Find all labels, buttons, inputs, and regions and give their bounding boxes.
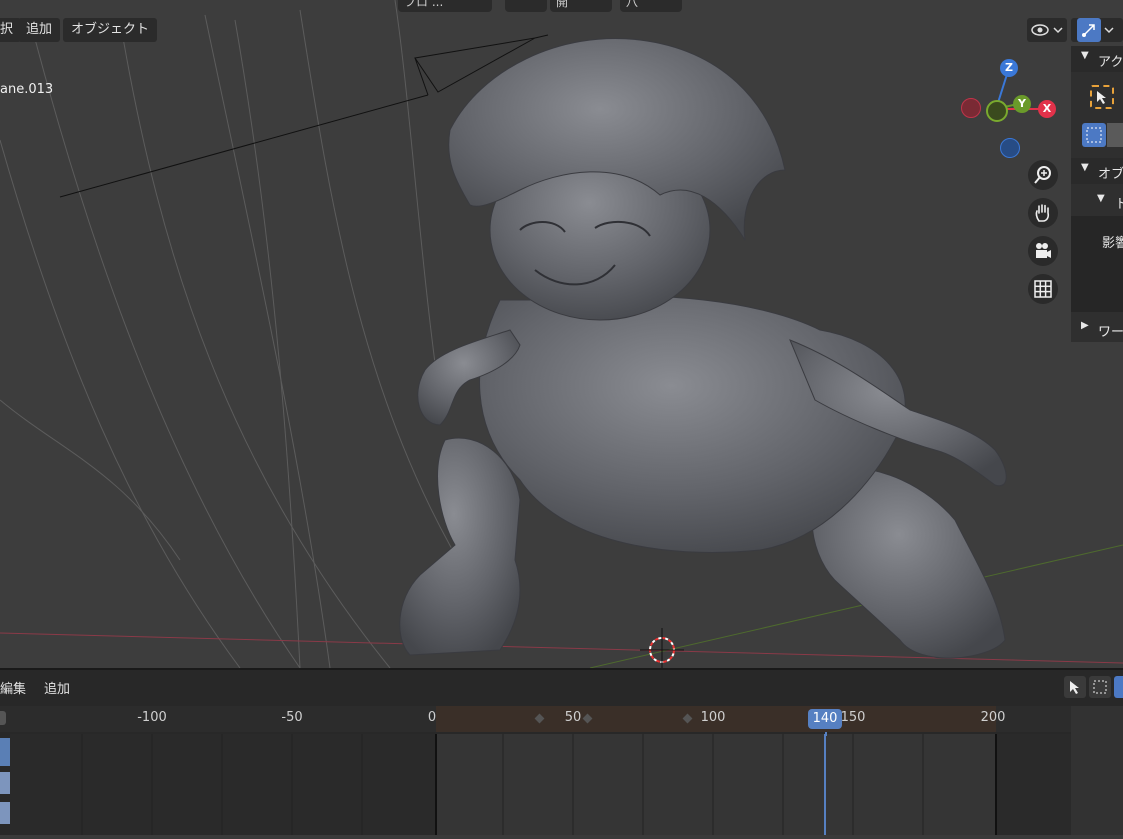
collapse-arrow-icon: ▼ <box>1097 193 1105 204</box>
gizmo-x-label: X <box>1042 102 1052 115</box>
gizmo-y-axis[interactable]: Y <box>1013 95 1031 113</box>
collapse-arrow-icon: ▼ <box>1081 50 1089 61</box>
active-tool-label: アク <box>1098 55 1123 70</box>
transform-sublabel: ト <box>1115 197 1123 212</box>
tick-label: 0 <box>427 710 437 725</box>
box-select-timeline[interactable] <box>1089 676 1111 698</box>
channel-summary[interactable] <box>0 738 10 766</box>
affect-label: 影響 <box>1102 236 1123 251</box>
eye-icon <box>1031 24 1063 36</box>
add-menu-timeline[interactable]: 追加 <box>44 678 70 697</box>
tick-label: 150 <box>840 710 866 725</box>
workspace-header[interactable]: ▶ ワー <box>1071 316 1123 342</box>
cursor-icon <box>1097 91 1106 104</box>
sidebar-panel[interactable]: ▼ アク ▼ オブ ▼ ト 影響 ▶ ワー <box>1071 46 1123 342</box>
pivot-dropdown[interactable] <box>505 0 547 12</box>
timeline-sidebar <box>1071 706 1123 835</box>
track-grid <box>10 734 1071 835</box>
gizmo-neg-y-axis[interactable] <box>986 100 1008 122</box>
gizmo-icon <box>1077 18 1101 42</box>
transform-orientation-dropdown[interactable]: フロ ... <box>398 0 492 12</box>
gizmo-neg-x-axis[interactable] <box>961 98 981 118</box>
snap-label: 開 <box>556 0 569 9</box>
cursor-icon <box>1070 681 1079 694</box>
add-menu[interactable]: 追加 <box>18 18 61 42</box>
object-properties-label: オブ <box>1098 167 1123 182</box>
ruler-scroll-handle[interactable] <box>0 711 6 725</box>
tick-label: 200 <box>980 710 1006 725</box>
zoom-button[interactable] <box>1028 160 1058 190</box>
pan-button[interactable] <box>1028 198 1058 228</box>
gizmo-neg-z-axis[interactable] <box>1000 138 1020 158</box>
visibility-dropdown[interactable] <box>1027 18 1067 42</box>
object-properties-header[interactable]: ▼ オブ <box>1071 158 1123 184</box>
affect-options-area: 影響 <box>1071 216 1123 312</box>
channel-checkbox[interactable] <box>0 772 10 794</box>
gizmo-x-axis[interactable]: X <box>1038 100 1056 118</box>
workspace-label: ワー <box>1098 325 1123 340</box>
extend-mode-button[interactable] <box>1107 123 1123 147</box>
box-select-icon <box>1086 127 1102 143</box>
tick-label: -100 <box>137 710 167 725</box>
chevron-down-icon <box>1104 27 1114 34</box>
grid-icon <box>1034 280 1052 298</box>
3d-viewport[interactable]: 択 追加 オブジェクト フロ ... 開 八 ane.013 Z Y X ▼ ア… <box>0 0 1123 668</box>
active-tool-header[interactable]: ▼ アク <box>1071 46 1123 72</box>
track-area[interactable] <box>10 734 1071 835</box>
timeline-editor[interactable]: 編集 追加 -100 -50 0 50 100 150 200 140 <box>0 668 1123 835</box>
edit-menu[interactable]: 編集 <box>0 678 26 697</box>
add-menu-label: 追加 <box>26 22 53 37</box>
gizmo-z-axis[interactable]: Z <box>1000 59 1018 77</box>
tick-label: 100 <box>700 710 726 725</box>
proportional-edit-label: 八 <box>626 0 639 9</box>
expand-arrow-icon: ▶ <box>1081 320 1089 331</box>
frame-ruler[interactable]: -100 -50 0 50 100 150 200 140 <box>0 706 1071 732</box>
camera-icon <box>1036 243 1051 258</box>
select-mode-button[interactable] <box>1082 123 1106 147</box>
box-select-icon <box>1093 680 1107 694</box>
collapse-arrow-icon: ▼ <box>1081 162 1089 173</box>
camera-view-button[interactable] <box>1028 236 1058 266</box>
select-tool-timeline[interactable] <box>1064 676 1086 698</box>
select-menu-label: 択 <box>0 22 14 37</box>
object-menu[interactable]: オブジェクト <box>63 18 158 42</box>
current-frame-indicator[interactable]: 140 <box>808 709 842 729</box>
snap-dropdown[interactable]: 開 <box>550 0 612 12</box>
object-menu-label: オブジェクト <box>71 22 150 37</box>
gizmo-z-label: Z <box>1005 61 1013 74</box>
tick-label: -50 <box>281 710 303 725</box>
gizmo-toggle[interactable] <box>1071 18 1123 42</box>
channel-checkbox[interactable] <box>0 802 10 824</box>
proportional-edit-dropdown[interactable]: 八 <box>620 0 682 12</box>
zoom-icon <box>1034 166 1051 184</box>
viewport-scene <box>0 0 1123 668</box>
pan-hand-icon <box>1035 204 1050 222</box>
transform-orientation-label: フロ ... <box>404 0 444 9</box>
playhead-line <box>825 732 827 736</box>
ortho-toggle-button[interactable] <box>1028 274 1058 304</box>
tick-label: 50 <box>564 710 582 725</box>
gizmo-y-label: Y <box>1018 97 1026 110</box>
keyframe-mode-button[interactable] <box>1114 676 1123 698</box>
select-tool-button[interactable] <box>1090 85 1114 109</box>
active-object-name: ane.013 <box>0 82 54 97</box>
